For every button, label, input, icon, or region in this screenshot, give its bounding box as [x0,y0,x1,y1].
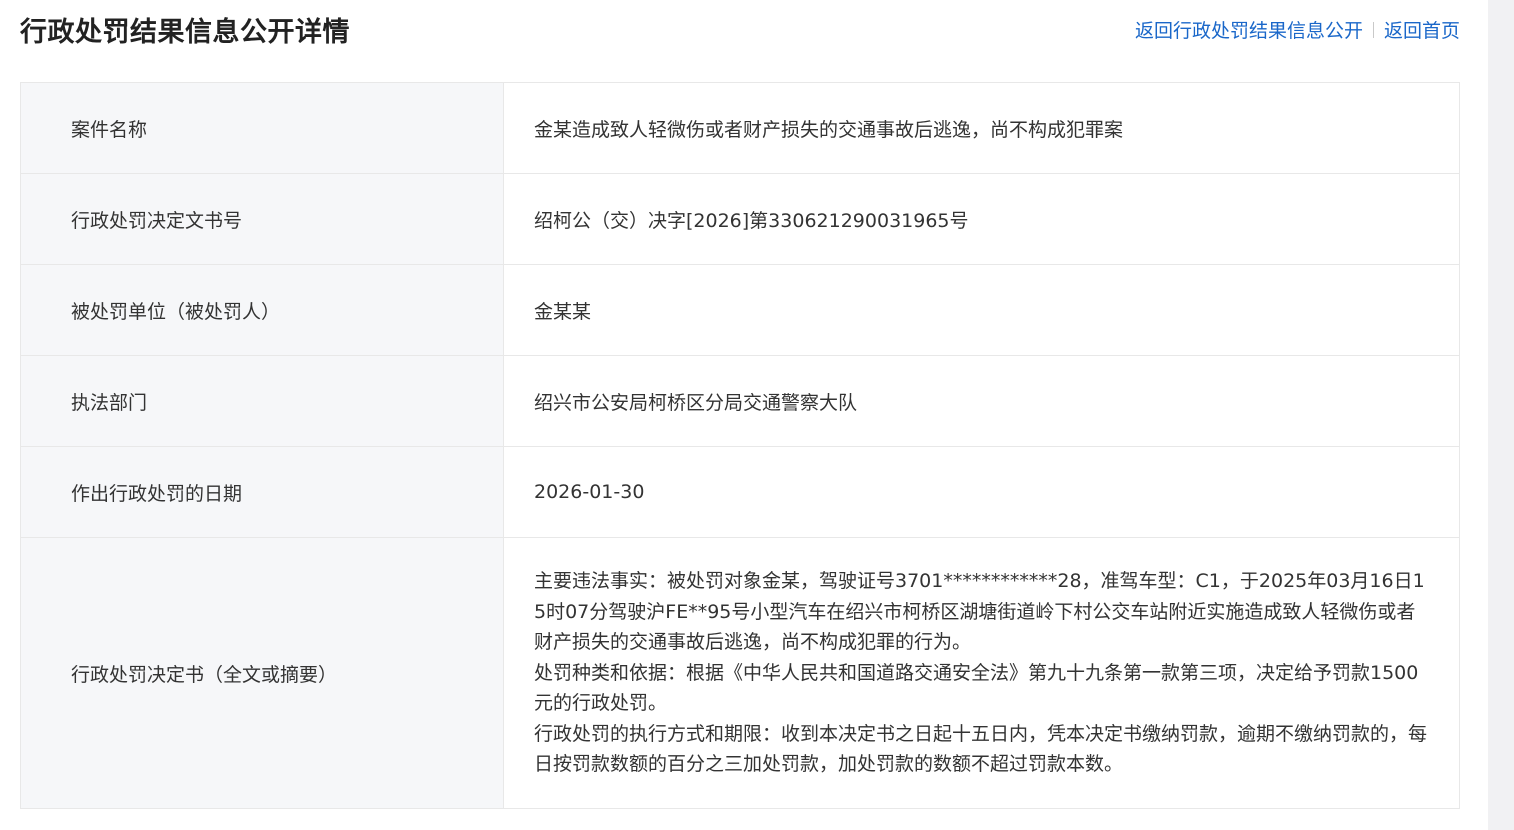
back-to-list-link[interactable]: 返回行政处罚结果信息公开 [1135,16,1363,43]
back-to-home-link[interactable]: 返回首页 [1384,16,1460,43]
table-row: 行政处罚决定书（全文或摘要） 主要违法事实：被处罚对象金某，驾驶证号3701**… [20,537,1460,809]
table-row: 案件名称 金某造成致人轻微伤或者财产损失的交通事故后逃逸，尚不构成犯罪案 [20,82,1460,174]
case-name-value: 金某造成致人轻微伤或者财产损失的交通事故后逃逸，尚不构成犯罪案 [503,82,1460,174]
table-row: 执法部门 绍兴市公安局柯桥区分局交通警察大队 [20,355,1460,447]
enforcement-dept-value: 绍兴市公安局柯桥区分局交通警察大队 [503,355,1460,447]
link-divider [1372,21,1374,38]
table-row: 行政处罚决定文书号 绍柯公（交）决字[2026]第330621290031965… [20,173,1460,265]
case-name-label: 案件名称 [20,82,504,174]
violation-facts-paragraph: 主要违法事实：被处罚对象金某，驾驶证号3701************28，准驾… [534,570,1425,654]
decision-text-value: 主要违法事实：被处罚对象金某，驾驶证号3701************28，准驾… [503,537,1460,809]
header-links: 返回行政处罚结果信息公开 返回首页 [1135,16,1460,43]
watermark-overlay [604,778,908,808]
enforcement-dept-label: 执法部门 [20,355,504,447]
decision-date-label: 作出行政处罚的日期 [20,446,504,538]
scrollbar[interactable] [1488,0,1514,830]
table-row: 被处罚单位（被处罚人） 金某某 [20,264,1460,356]
decision-text-label: 行政处罚决定书（全文或摘要） [20,537,504,809]
detail-table: 案件名称 金某造成致人轻微伤或者财产损失的交通事故后逃逸，尚不构成犯罪案 行政处… [20,82,1460,809]
table-row: 作出行政处罚的日期 2026-01-30 [20,446,1460,538]
page: 行政处罚结果信息公开详情 返回行政处罚结果信息公开 返回首页 案件名称 金某造成… [0,0,1514,830]
decision-paragraphs: 主要违法事实：被处罚对象金某，驾驶证号3701************28，准驾… [534,566,1429,780]
page-title: 行政处罚结果信息公开详情 [20,17,350,48]
penalized-party-value: 金某某 [503,264,1460,356]
execution-terms-paragraph: 行政处罚的执行方式和期限：收到本决定书之日起十五日内，凭本决定书缴纳罚款，逾期不… [534,722,1428,776]
penalty-basis-paragraph: 处罚种类和依据：根据《中华人民共和国道路交通安全法》第九十九条第一款第三项，决定… [534,661,1419,715]
document-number-label: 行政处罚决定文书号 [20,173,504,265]
page-header: 行政处罚结果信息公开详情 返回行政处罚结果信息公开 返回首页 [20,0,1460,62]
decision-date-value: 2026-01-30 [503,446,1460,538]
document-number-value: 绍柯公（交）决字[2026]第330621290031965号 [503,173,1460,265]
penalized-party-label: 被处罚单位（被处罚人） [20,264,504,356]
